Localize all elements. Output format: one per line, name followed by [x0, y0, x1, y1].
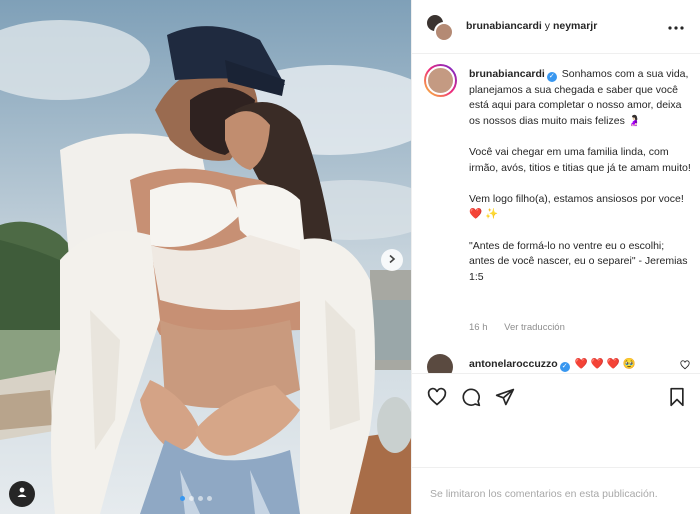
post-photo[interactable]: [0, 0, 411, 514]
verified-icon: ✓: [559, 362, 570, 372]
share-button[interactable]: [494, 386, 516, 408]
couple-photo: [0, 0, 411, 514]
carousel-dot: [180, 496, 185, 501]
like-button[interactable]: [426, 386, 448, 408]
comment-content: antonelaroccuzzo ✓ ❤️ ❤️ ❤️ 🥹: [469, 357, 636, 372]
header-username-1[interactable]: brunabiancardi: [466, 20, 542, 32]
heart-icon: [427, 387, 447, 406]
caption-avatar[interactable]: [424, 64, 457, 97]
comment-emojis: ❤️ ❤️ ❤️ 🥹: [574, 358, 636, 370]
more-icon: [668, 17, 684, 35]
verified-icon: ✓: [546, 72, 557, 82]
carousel-dot: [198, 496, 203, 501]
chevron-right-icon: [387, 251, 397, 269]
heart-icon: [680, 360, 690, 370]
header-username-2[interactable]: neymarjr: [553, 20, 597, 32]
collab-usernames: brunabiancardi y neymarjr: [466, 20, 597, 32]
caption-area: brunabiancardi ✓ Sonhamos com a sua vida,…: [412, 55, 700, 373]
sparkles-emoji: ✨: [485, 208, 499, 221]
comments-footer: Se limitaron los comentarios en esta pub…: [412, 467, 700, 514]
user-tag-icon: [16, 485, 28, 503]
action-bar: [412, 373, 700, 418]
post-caption: brunabiancardi ✓ Sonhamos com a sua vida,…: [469, 67, 691, 301]
comment-username[interactable]: antonelaroccuzzo: [469, 358, 558, 370]
more-options-button[interactable]: [666, 18, 686, 34]
caption-quote: "Antes de formá-lo no ventre eu o escolh…: [469, 239, 688, 283]
post-header: brunabiancardi y neymarjr: [412, 0, 700, 54]
bookmark-icon: [670, 387, 684, 407]
collab-avatars[interactable]: [425, 13, 455, 43]
caption-text-2: Você vai chegar em uma familia linda, co…: [469, 145, 691, 174]
next-photo-button[interactable]: [381, 249, 403, 271]
comment-like-button[interactable]: [680, 360, 690, 373]
avatar: [434, 22, 454, 42]
header-connector: y: [544, 20, 551, 32]
caption-username[interactable]: brunabiancardi: [469, 68, 545, 80]
comments-limited-notice: Se limitaron los comentarios en esta pub…: [430, 488, 658, 500]
tagged-users-button[interactable]: [9, 481, 35, 507]
carousel-dot: [207, 496, 212, 501]
post-side-panel: brunabiancardi y neymarjr brunabiancardi…: [411, 0, 700, 514]
heart-emoji: ❤️: [469, 208, 483, 221]
caption-text-3: Vem logo filho(a), estamos ansiosos por …: [469, 192, 684, 205]
avatar[interactable]: [427, 354, 453, 373]
post-time[interactable]: 16 h: [469, 322, 488, 333]
share-icon: [495, 388, 515, 406]
carousel-dot: [189, 496, 194, 501]
avatar: [426, 66, 455, 95]
carousel-indicator: [180, 496, 212, 501]
caption-meta: 16 h Ver traducción: [469, 322, 579, 333]
translate-link[interactable]: Ver traducción: [504, 322, 565, 333]
comment-button[interactable]: [460, 386, 482, 408]
comment-icon: [462, 388, 481, 407]
save-button[interactable]: [666, 386, 688, 408]
